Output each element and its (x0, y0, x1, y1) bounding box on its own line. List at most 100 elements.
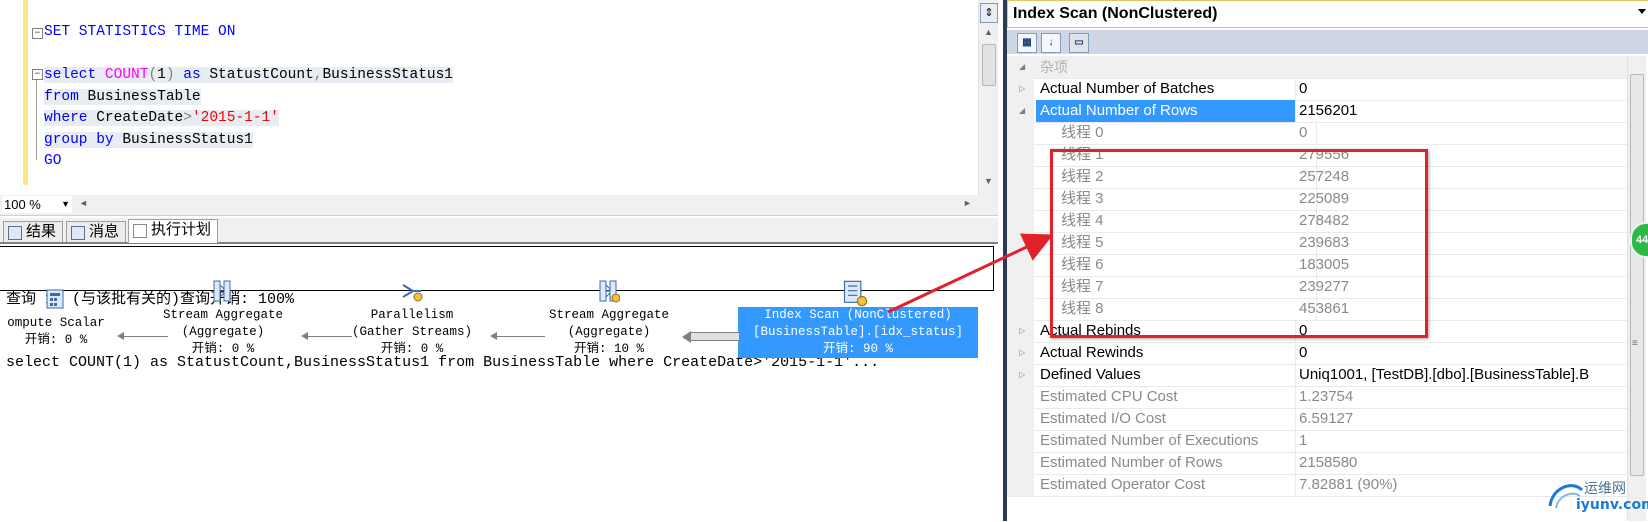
code-line[interactable]: from BusinessTable (44, 87, 453, 109)
stream-aggregate-icon (213, 280, 231, 302)
zoom-select[interactable]: 100 % ▼ (2, 196, 72, 213)
property-value[interactable]: 2158580 (1299, 452, 1624, 474)
code-line[interactable]: select COUNT(1) as StatustCount,Business… (44, 65, 454, 87)
scroll-thumb[interactable] (982, 44, 996, 86)
node-sublabel-2: (Aggregate) (181, 325, 265, 339)
query-editor[interactable]: − − SET STATISTICS TIME ON select COUNT(1… (0, 0, 998, 196)
scroll-right-icon[interactable]: ► (963, 198, 972, 208)
sql-code[interactable]: SET STATISTICS TIME ON select COUNT(1) as… (44, 22, 454, 173)
scroll-up-icon[interactable]: ▲ (984, 27, 993, 37)
row-gutter (1007, 188, 1034, 210)
node-cost-1: 开销: 0 % (24, 333, 88, 347)
properties-vertical-scrollbar[interactable]: ≡ (1627, 56, 1646, 521)
compute-scalar-icon (46, 289, 64, 309)
flow-arrow-1 (123, 336, 168, 337)
flow-arrowhead-3 (490, 332, 497, 340)
category-row[interactable]: ◢ 杂项 (1007, 56, 1627, 79)
execution-plan-pane[interactable]: 查询 1: (与该批有关的)查询开销: 100% select COUNT(1)… (0, 243, 998, 522)
code-line[interactable]: SET STATISTICS TIME ON (44, 22, 453, 44)
node-label-4: Stream Aggregate (548, 308, 670, 322)
code-line[interactable]: GO (44, 151, 453, 173)
row-gutter (1007, 298, 1034, 320)
tab-execution-plan[interactable]: 执行计划 (128, 219, 219, 243)
code-token: '2015-1-1' (191, 110, 279, 126)
property-name: Estimated Number of Executions (1036, 430, 1296, 452)
tab-messages[interactable]: 消息 (66, 221, 127, 242)
code-token: ) (165, 67, 184, 83)
properties-object-select[interactable]: Index Scan (NonClustered) (1007, 0, 1648, 28)
plan-node-parallelism[interactable]: Parallelism (Gather Streams) 开销: 0 % (344, 279, 480, 358)
property-value[interactable]: 1 (1299, 430, 1624, 452)
scroll-down-icon[interactable]: ▼ (984, 176, 993, 186)
properties-title: Index Scan (NonClustered) (1013, 5, 1218, 22)
code-token: ( (148, 67, 158, 83)
node-cost-2: 开销: 0 % (191, 342, 255, 356)
property-row[interactable]: ▷ Defined Values Uniq1001, [TestDB].[dbo].… (1007, 364, 1627, 387)
editor-vertical-scrollbar[interactable]: ⇕ ▲ ▼ (978, 0, 998, 195)
code-line[interactable]: where CreateDate>'2015-1-1' (44, 108, 453, 130)
property-row[interactable]: Estimated CPU Cost 1.23754 (1007, 386, 1627, 409)
property-row[interactable]: ▷ Actual Number of Batches 0 (1007, 78, 1627, 101)
change-tracking-margin (23, 0, 28, 185)
property-value[interactable]: 2156201 (1299, 100, 1624, 122)
property-name: Estimated Operator Cost (1036, 474, 1296, 496)
expand-icon[interactable]: ▷ (1019, 320, 1025, 342)
watermark-logo: 运维网 iyunv.com (1546, 474, 1648, 518)
property-row[interactable]: Estimated I/O Cost 6.59127 (1007, 408, 1627, 431)
expand-icon[interactable]: ▷ (1019, 364, 1025, 386)
property-row[interactable]: ▷ Actual Rewinds 0 (1007, 342, 1627, 365)
code-token: as (183, 67, 210, 83)
alphabetical-sort-icon[interactable]: ↓ (1041, 33, 1061, 53)
node-cost-3: 开销: 0 % (380, 342, 444, 356)
collapse-toggle-2[interactable]: − (32, 69, 43, 80)
zoom-value: 100 % (4, 197, 41, 212)
row-gutter (1007, 232, 1034, 254)
expand-icon[interactable]: ▷ (1019, 342, 1025, 364)
message-icon (71, 226, 85, 240)
property-row[interactable]: Estimated Number of Rows 2158580 (1007, 452, 1627, 475)
category-label: 杂项 (1040, 59, 1068, 75)
collapse-icon[interactable]: ◢ (1019, 100, 1025, 122)
plan-node-index-scan[interactable]: Index Scan (NonClustered) [BusinessTable… (738, 307, 978, 358)
plan-node-compute-scalar[interactable]: ompute Scalar 开销: 0 % (0, 288, 116, 349)
property-pages-icon[interactable]: ▭ (1069, 33, 1089, 53)
property-value[interactable]: 6.59127 (1299, 408, 1624, 430)
property-value[interactable]: 0 (1299, 78, 1624, 100)
scroll-thumb[interactable] (1630, 74, 1644, 476)
property-row[interactable]: Estimated Number of Executions 1 (1007, 430, 1627, 453)
flow-arrowhead-2 (301, 332, 308, 340)
expand-icon[interactable]: ▷ (1019, 78, 1025, 100)
property-value[interactable]: Uniq1001, [TestDB].[dbo].[BusinessTable]… (1299, 364, 1624, 386)
scroll-left-icon[interactable]: ◄ (79, 198, 88, 208)
stream-aggregate-icon (599, 280, 620, 303)
code-line[interactable]: group by BusinessStatus1 (44, 130, 453, 152)
row-gutter (1007, 276, 1034, 298)
tab-results[interactable]: 结果 (3, 221, 64, 242)
property-name: Actual Number of Rows (1036, 100, 1296, 122)
node-sublabel-5: [BusinessTable].[idx_status] (752, 325, 964, 339)
code-token: 1 (157, 67, 166, 83)
flow-arrow-2 (307, 336, 352, 337)
plan-node-stream-aggregate-1[interactable]: Stream Aggregate (Aggregate) 开销: 0 % (155, 279, 291, 358)
split-icon[interactable]: ⇕ (980, 3, 998, 23)
collapse-icon[interactable]: ◢ (1019, 56, 1025, 78)
property-row[interactable]: 线程 00 (1007, 122, 1627, 145)
execution-plan-icon (133, 224, 147, 238)
code-line[interactable] (44, 44, 453, 66)
property-name: Actual Number of Batches (1036, 78, 1296, 100)
property-value[interactable]: 0 (1299, 122, 1624, 144)
outline-guide (36, 80, 37, 160)
property-row[interactable]: ◢ Actual Number of Rows 2156201 (1007, 100, 1627, 123)
row-gutter (1007, 210, 1034, 232)
property-row[interactable]: Estimated Operator Cost 7.82881 (90%) (1007, 474, 1627, 497)
property-name: Actual Rewinds (1036, 342, 1296, 364)
property-value[interactable]: 0 (1299, 342, 1624, 364)
categorized-icon[interactable]: ▦ (1017, 33, 1037, 53)
property-value[interactable]: 1.23754 (1299, 386, 1624, 408)
tab-messages-label: 消息 (89, 223, 120, 240)
code-token: BusinessStatus1 (322, 67, 454, 83)
plan-node-stream-aggregate-2[interactable]: Stream Aggregate (Aggregate) 开销: 10 % (541, 279, 677, 358)
node-label-2: Stream Aggregate (162, 308, 284, 322)
collapse-toggle-1[interactable]: − (32, 28, 43, 39)
code-token: SET STATISTICS TIME ON (44, 24, 236, 40)
